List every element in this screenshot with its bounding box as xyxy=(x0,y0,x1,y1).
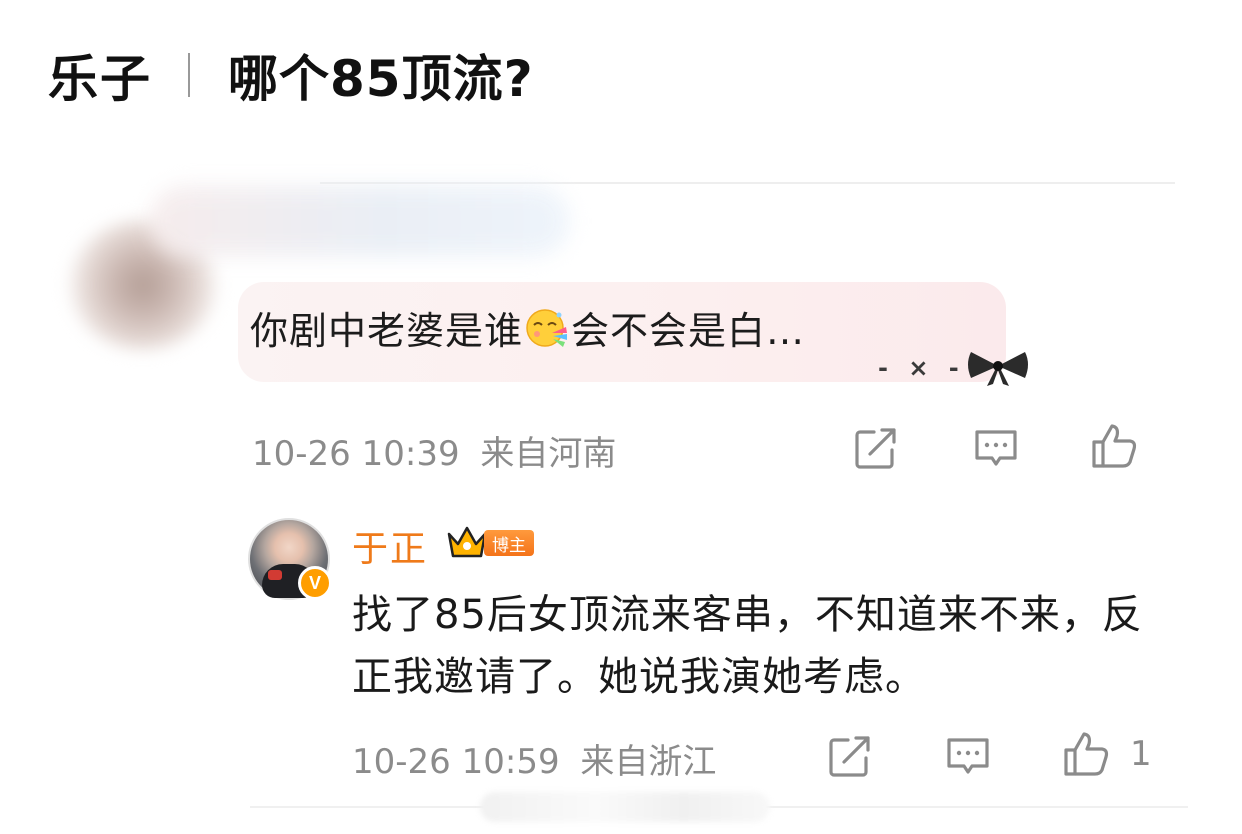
comment-text-part1: 你剧中老婆是谁 xyxy=(250,309,524,353)
avatar-accent xyxy=(268,570,282,580)
decoration-text: - × - xyxy=(878,354,965,382)
post-header: 乐子 哪个85顶流? xyxy=(48,40,534,110)
reply-text: 找了85后女顶流来客串，不知道来不来，反正我邀请了。她说我演她考虑。 xyxy=(352,592,1143,700)
divider xyxy=(320,182,1175,184)
face-emoji-icon xyxy=(526,308,568,347)
share-icon[interactable] xyxy=(852,424,900,472)
like-count: 1 xyxy=(1130,734,1152,774)
thumbs-up-icon[interactable] xyxy=(1090,422,1138,470)
header-divider xyxy=(188,53,190,97)
topic-tag[interactable]: 乐子 xyxy=(48,39,152,111)
reply-time: 10-26 10:59 xyxy=(352,742,560,782)
comment-meta: 10-26 10:39 来自河南 xyxy=(252,426,616,475)
bow-icon xyxy=(967,352,1028,386)
reply-meta: 10-26 10:59 来自浙江 xyxy=(352,734,716,783)
reply-username[interactable]: 于正 xyxy=(352,520,428,572)
comment-icon[interactable] xyxy=(944,732,992,780)
bubble-decoration: - × - xyxy=(878,348,1031,388)
comment-icon[interactable] xyxy=(972,424,1020,472)
thumbs-up-icon[interactable] xyxy=(1062,730,1110,778)
comment-time: 10-26 10:39 xyxy=(252,434,460,474)
share-icon[interactable] xyxy=(826,732,874,780)
blurred-username[interactable] xyxy=(150,186,570,256)
comment-text-part2: 会不会是白… xyxy=(571,309,806,353)
host-badge: 博主 xyxy=(484,530,534,556)
comment-location: 来自河南 xyxy=(480,434,617,474)
blurred-watermark xyxy=(480,792,770,822)
verified-badge: V xyxy=(298,566,332,600)
post-title: 哪个85顶流? xyxy=(228,50,534,108)
reply-location: 来自浙江 xyxy=(580,742,717,782)
crown-icon xyxy=(447,526,487,558)
comment-text: 你剧中老婆是谁 会不会是白… xyxy=(250,300,805,355)
